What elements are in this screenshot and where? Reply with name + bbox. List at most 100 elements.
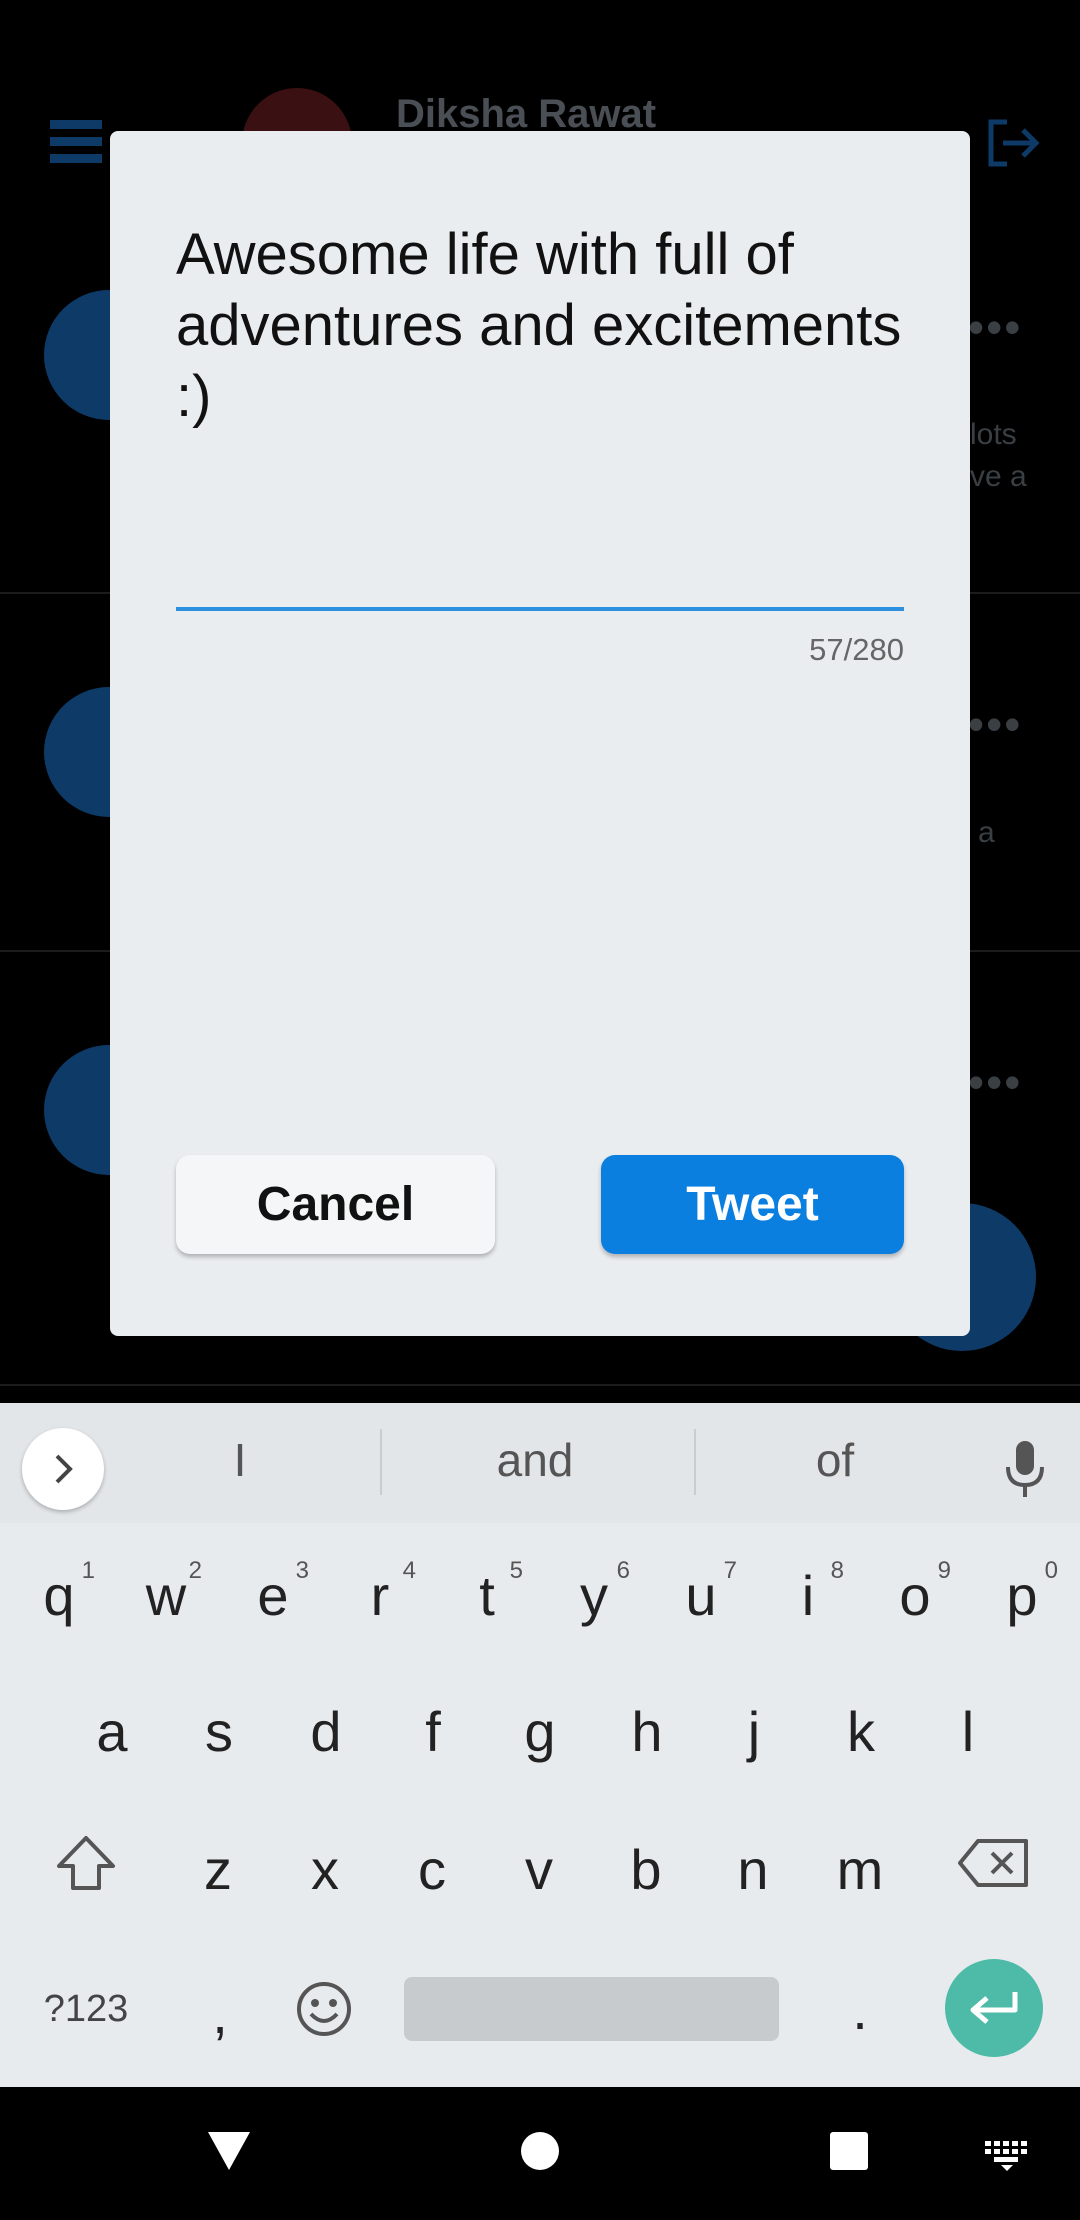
key-label: o xyxy=(899,1563,931,1627)
period-key[interactable]: . xyxy=(810,1949,910,2069)
key-x[interactable]: x xyxy=(275,1809,375,1929)
key-label: h xyxy=(631,1699,663,1763)
key-d[interactable]: d xyxy=(276,1671,376,1791)
home-circle-icon[interactable] xyxy=(520,2131,560,2171)
shift-icon xyxy=(57,1836,115,1890)
key-hint-number: 8 xyxy=(830,1557,844,1584)
key-i[interactable]: i8 xyxy=(758,1535,858,1655)
comma-key[interactable]: , xyxy=(170,1953,270,2073)
key-w[interactable]: w2 xyxy=(116,1535,216,1655)
suggestion-item[interactable]: of xyxy=(760,1433,910,1487)
key-r[interactable]: r4 xyxy=(330,1535,430,1655)
cancel-button[interactable]: Cancel xyxy=(176,1155,495,1254)
key-h[interactable]: h xyxy=(597,1671,697,1791)
key-label: a xyxy=(96,1699,128,1763)
feed-divider xyxy=(0,1384,1080,1386)
key-label: r xyxy=(370,1563,390,1627)
microphone-icon[interactable] xyxy=(1003,1439,1047,1501)
key-u[interactable]: u7 xyxy=(651,1535,751,1655)
key-s[interactable]: s xyxy=(169,1671,269,1791)
key-label: e xyxy=(257,1563,289,1627)
backspace-icon xyxy=(958,1839,1028,1887)
key-hint-number: 9 xyxy=(937,1557,951,1584)
expand-toolbar-button[interactable] xyxy=(22,1428,104,1510)
menu-list-icon xyxy=(50,120,102,164)
key-y[interactable]: y6 xyxy=(544,1535,644,1655)
input-underline xyxy=(176,607,904,611)
feed-text-snippet: lots ve a xyxy=(970,418,1027,493)
key-hint-number: 4 xyxy=(402,1557,416,1584)
key-g[interactable]: g xyxy=(490,1671,590,1791)
key-p[interactable]: p0 xyxy=(972,1535,1072,1655)
logout-icon xyxy=(988,119,1040,167)
key-hint-number: 5 xyxy=(509,1557,523,1584)
more-options-icon: ••• xyxy=(968,698,1023,750)
more-options-icon: ••• xyxy=(968,1056,1023,1108)
chevron-right-icon xyxy=(55,1454,73,1484)
key-j[interactable]: j xyxy=(704,1671,804,1791)
key-o[interactable]: o9 xyxy=(865,1535,965,1655)
key-hint-number: 6 xyxy=(616,1557,630,1584)
recents-square-icon[interactable] xyxy=(829,2131,869,2171)
emoji-key[interactable] xyxy=(274,1949,374,2069)
feed-text-snippet: a xyxy=(978,816,995,849)
key-label: l xyxy=(961,1699,975,1763)
key-label: w xyxy=(145,1563,187,1627)
key-label: v xyxy=(525,1837,553,1901)
key-l[interactable]: l xyxy=(918,1671,1018,1791)
key-label: z xyxy=(204,1837,232,1901)
key-label: b xyxy=(630,1837,662,1901)
backspace-key[interactable] xyxy=(944,1803,1044,1923)
key-label: t xyxy=(479,1563,495,1627)
tweet-button[interactable]: Tweet xyxy=(601,1155,904,1254)
key-hint-number: 3 xyxy=(295,1557,309,1584)
key-hint-number: 2 xyxy=(188,1557,202,1584)
key-e[interactable]: e3 xyxy=(223,1535,323,1655)
key-c[interactable]: c xyxy=(382,1809,482,1929)
keyboard-switch-icon[interactable] xyxy=(985,2141,1029,2171)
key-label: c xyxy=(418,1837,446,1901)
key-n[interactable]: n xyxy=(703,1809,803,1929)
key-label: g xyxy=(524,1699,556,1763)
key-label: q xyxy=(43,1563,75,1627)
key-label: i xyxy=(801,1563,815,1627)
key-label: d xyxy=(310,1699,342,1763)
key-v[interactable]: v xyxy=(489,1809,589,1929)
key-label: p xyxy=(1006,1563,1038,1627)
key-f[interactable]: f xyxy=(383,1671,483,1791)
suggestion-item[interactable]: I xyxy=(190,1433,290,1487)
enter-arrow-icon xyxy=(970,1992,1018,2024)
symbols-key[interactable]: ?123 xyxy=(36,1949,136,2069)
back-triangle-icon[interactable] xyxy=(206,2130,252,2172)
system-nav-bar xyxy=(0,2087,1080,2220)
more-options-icon: ••• xyxy=(968,301,1023,353)
key-hint-number: 1 xyxy=(81,1557,95,1584)
suggestion-divider xyxy=(380,1429,382,1495)
compose-tweet-dialog: Awesome life with full of adventures and… xyxy=(110,131,970,1336)
key-hint-number: 7 xyxy=(723,1557,737,1584)
key-label: y xyxy=(580,1563,608,1627)
suggestion-divider xyxy=(694,1429,696,1495)
key-label: f xyxy=(425,1699,441,1763)
key-label: k xyxy=(847,1699,875,1763)
tweet-text-input[interactable]: Awesome life with full of adventures and… xyxy=(176,219,916,432)
key-label: m xyxy=(836,1837,884,1901)
key-m[interactable]: m xyxy=(810,1809,910,1929)
suggestion-item[interactable]: and xyxy=(440,1433,630,1487)
key-b[interactable]: b xyxy=(596,1809,696,1929)
key-label: j xyxy=(747,1699,761,1763)
character-counter: 57/280 xyxy=(809,632,904,667)
key-k[interactable]: k xyxy=(811,1671,911,1791)
soft-keyboard: I and of q1w2e3r4t5y6u7i8o9p0 asdfghjkl … xyxy=(0,1403,1080,2087)
space-key[interactable] xyxy=(404,1977,779,2041)
key-q[interactable]: q1 xyxy=(9,1535,109,1655)
key-label: x xyxy=(311,1837,339,1901)
shift-key[interactable] xyxy=(36,1803,136,1923)
suggestion-bar: I and of xyxy=(0,1403,1080,1523)
key-t[interactable]: t5 xyxy=(437,1535,537,1655)
enter-key[interactable] xyxy=(945,1959,1043,2057)
key-a[interactable]: a xyxy=(62,1671,162,1791)
key-label: s xyxy=(205,1699,233,1763)
key-z[interactable]: z xyxy=(168,1809,268,1929)
key-label: u xyxy=(685,1563,717,1627)
